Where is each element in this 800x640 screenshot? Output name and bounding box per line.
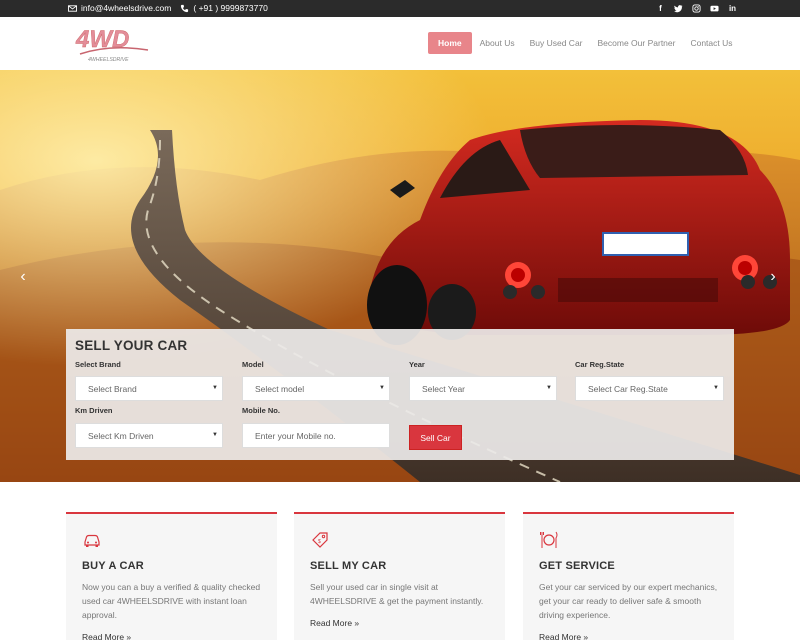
main-nav: Home About Us Buy Used Car Become Our Pa… [428,32,748,54]
chevron-down-icon: ▼ [713,385,719,391]
read-more-link[interactable]: Read More » [310,618,359,628]
top-bar: info@4wheelsdrive.com ( +91 ) 9999873770… [0,0,800,17]
sell-car-form: SELL YOUR CAR Select Brand Select Brand … [66,329,734,460]
chevron-down-icon: ▼ [379,385,385,391]
sell-car-button[interactable]: Sell Car [409,425,462,450]
buy-car-card: BUY A CAR Now you can a buy a verified &… [66,512,277,640]
social-links: f in [656,3,737,13]
slider-prev-arrow[interactable]: ‹ [16,268,30,286]
model-label: Model [242,360,264,369]
email-text: info@4wheelsdrive.com [81,3,172,13]
mobile-label: Mobile No. [242,406,280,415]
get-service-card: GET SERVICE Get your car serviced by our… [523,512,734,640]
read-more-link[interactable]: Read More » [82,632,131,640]
nav-home[interactable]: Home [428,32,472,54]
facebook-icon[interactable]: f [656,3,665,13]
nav-about-us[interactable]: About Us [480,38,515,48]
card-text: Sell your used car in single visit at 4W… [310,582,484,606]
phone-text: ( +91 ) 9999873770 [193,3,268,13]
contact-info: info@4wheelsdrive.com ( +91 ) 9999873770 [68,3,268,13]
nav-become-partner[interactable]: Become Our Partner [598,38,676,48]
card-text: Now you can a buy a verified & quality c… [82,582,261,620]
card-title: BUY A CAR [82,560,144,572]
site-header: 4WD 4WHEELSDRIVE Home About Us Buy Used … [0,17,800,70]
state-label: Car Reg.State [575,360,625,369]
hero-slider: ‹ › SELL YOUR CAR Select Brand Select Br… [0,70,800,482]
nav-buy-used-car[interactable]: Buy Used Car [530,38,583,48]
state-select-value: Select Car Reg.State [588,383,668,394]
twitter-icon[interactable] [674,3,683,13]
card-title: SELL MY CAR [310,560,387,572]
card-title: GET SERVICE [539,560,615,572]
sell-car-card: $ SELL MY CAR Sell your used car in sing… [294,512,505,640]
linkedin-icon[interactable]: in [728,3,737,13]
chevron-down-icon: ▼ [212,385,218,391]
instagram-icon[interactable] [692,3,701,13]
car-icon [84,534,100,547]
brand-label: Select Brand [75,360,121,369]
year-select-value: Select Year [422,383,466,394]
chevron-down-icon: ▼ [546,385,552,391]
nav-contact-us[interactable]: Contact Us [690,38,732,48]
envelope-icon [68,4,77,12]
mobile-input[interactable]: Enter your Mobile no. [242,423,390,448]
year-label: Year [409,360,425,369]
phone-contact[interactable]: ( +91 ) 9999873770 [180,3,268,13]
logo-graphic: 4WD 4WHEELSDRIVE [75,26,149,63]
model-select-value: Select model [255,383,305,394]
read-more-link[interactable]: Read More » [539,632,588,640]
email-contact[interactable]: info@4wheelsdrive.com [68,3,171,13]
service-tools-icon [540,531,558,548]
phone-icon [181,4,189,12]
card-text: Get your car serviced by our expert mech… [539,582,718,620]
price-tag-icon: $ [312,532,328,548]
logo-tagline: 4WHEELSDRIVE [88,57,129,63]
state-select[interactable]: Select Car Reg.State ▼ [575,376,724,401]
youtube-icon[interactable] [710,3,719,13]
sell-form-title: SELL YOUR CAR [75,338,188,353]
year-select[interactable]: Select Year ▼ [409,376,557,401]
model-select[interactable]: Select model ▼ [242,376,390,401]
km-select-value: Select Km Driven [88,430,154,441]
slider-next-arrow[interactable]: › [766,268,780,286]
brand-select[interactable]: Select Brand ▼ [75,376,223,401]
km-select[interactable]: Select Km Driven ▼ [75,423,223,448]
svg-text:$: $ [318,539,321,545]
km-label: Km Driven [75,406,113,415]
chevron-down-icon: ▼ [212,432,218,438]
brand-select-value: Select Brand [88,383,137,394]
site-logo[interactable]: 4WD 4WHEELSDRIVE [74,23,150,65]
mobile-input-placeholder: Enter your Mobile no. [255,430,336,441]
